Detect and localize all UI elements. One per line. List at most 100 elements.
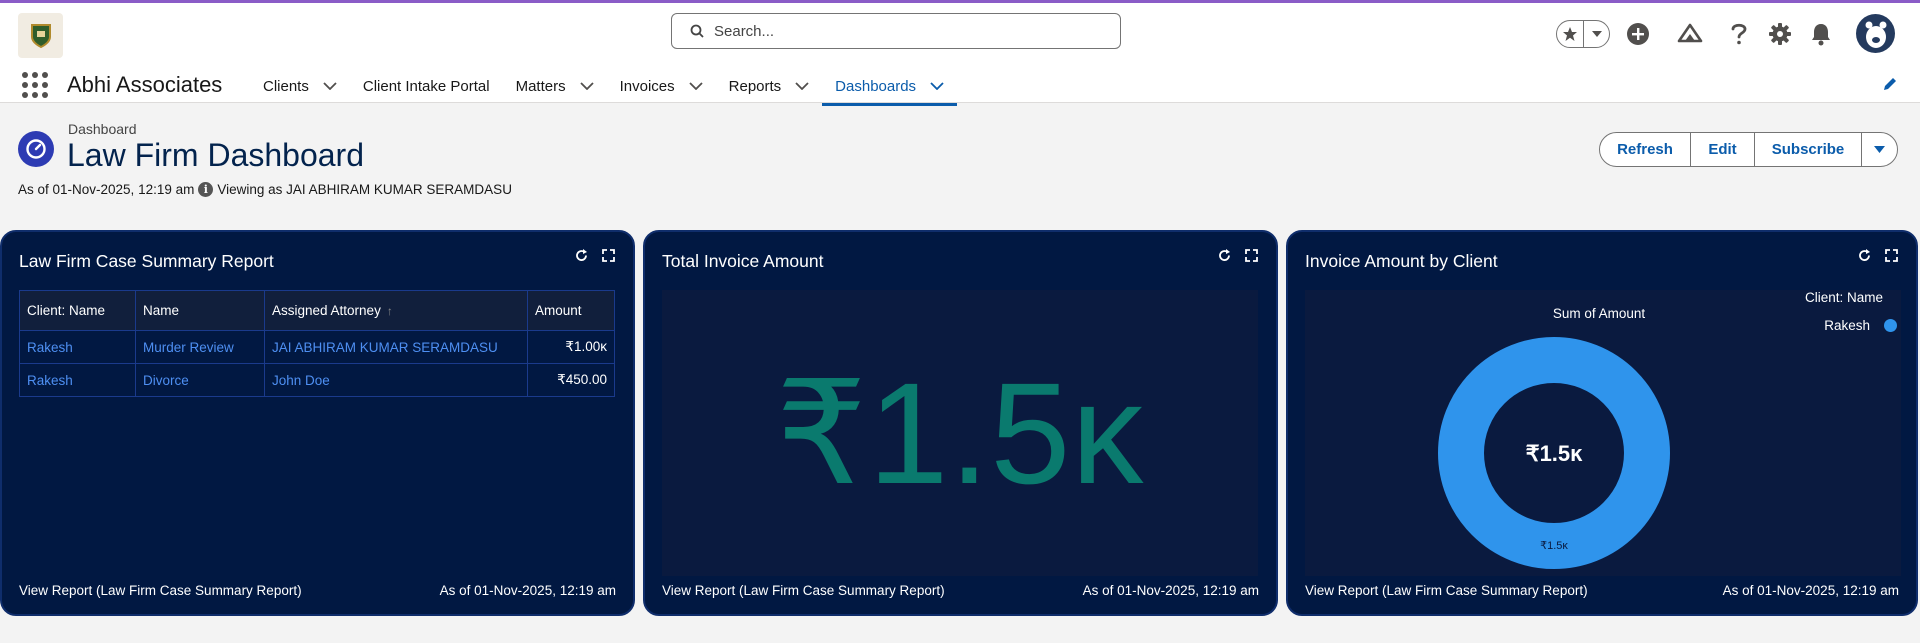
dashboard-as-of: As of 01-Nov-2025, 12:19 am i Viewing as… xyxy=(18,182,512,197)
column-header-assigned-attorney[interactable]: Assigned Attorney ↑ xyxy=(264,290,528,331)
refresh-icon[interactable] xyxy=(1858,249,1871,267)
view-report-link[interactable]: View Report (Law Firm Case Summary Repor… xyxy=(19,583,302,598)
metric-area[interactable]: ₹1.5ĸ xyxy=(662,290,1258,576)
client-link[interactable]: Rakesh xyxy=(27,373,73,388)
nav-item-label: Client Intake Portal xyxy=(362,77,490,95)
nav-item-dashboards[interactable]: Dashboards xyxy=(822,66,957,106)
amount-cell: ₹450.00 xyxy=(527,363,615,397)
more-actions-button[interactable] xyxy=(1861,133,1897,166)
global-search[interactable] xyxy=(671,13,1121,49)
add-icon xyxy=(1627,23,1649,45)
chevron-down-icon[interactable] xyxy=(930,82,944,90)
nav-item-label: Reports xyxy=(728,77,782,95)
table-cell[interactable]: Rakesh xyxy=(19,330,136,364)
invoice-by-client-card: Invoice Amount by Client Sum of Amount ₹… xyxy=(1286,230,1918,616)
chevron-down-icon[interactable] xyxy=(795,82,809,90)
donut-chart-area: Sum of Amount ₹1.5ĸ ₹1.5ĸ Client: Name Ra… xyxy=(1305,290,1901,576)
legend-item[interactable]: Rakesh xyxy=(1824,318,1897,333)
pencil-icon xyxy=(1884,78,1896,90)
matter-link[interactable]: Divorce xyxy=(143,373,189,388)
nav-item-matters[interactable]: Matters xyxy=(503,66,607,106)
table-row: Rakesh Divorce John Doe ₹450.00 xyxy=(19,363,615,397)
nav-item-reports[interactable]: Reports xyxy=(716,66,823,106)
favorites-control[interactable] xyxy=(1556,20,1610,48)
table-cell[interactable]: John Doe xyxy=(264,363,528,397)
view-report-link[interactable]: View Report (Law Firm Case Summary Repor… xyxy=(662,583,945,598)
chevron-down-icon[interactable] xyxy=(579,82,594,90)
legend-title: Client: Name xyxy=(1804,290,1883,305)
table-cell[interactable]: Rakesh xyxy=(19,363,136,397)
case-summary-card: Law Firm Case Summary Report Client: Nam… xyxy=(0,230,635,616)
nav-item-label: Invoices xyxy=(619,77,675,95)
waffle-dot xyxy=(22,82,28,88)
card-title: Total Invoice Amount xyxy=(662,251,824,271)
avatar-icon xyxy=(1865,21,1886,48)
user-avatar[interactable] xyxy=(1856,14,1895,53)
search-icon xyxy=(690,24,704,38)
waffle-dot xyxy=(32,82,38,88)
table-row: Rakesh Murder Review JAI ABHIRAM KUMAR S… xyxy=(19,330,615,364)
info-icon[interactable]: i xyxy=(198,182,214,197)
nav-item-invoices[interactable]: Invoices xyxy=(607,66,716,106)
total-invoice-card: Total Invoice Amount ₹1.5ĸ View Report (… xyxy=(643,230,1278,616)
edit-button[interactable]: Edit xyxy=(1690,133,1754,166)
card-tools xyxy=(1218,249,1258,267)
attorney-link[interactable]: John Doe xyxy=(272,373,330,388)
matter-link[interactable]: Murder Review xyxy=(143,340,234,355)
table-cell[interactable]: JAI ABHIRAM KUMAR SERAMDASU xyxy=(264,330,528,364)
chevron-down-icon[interactable] xyxy=(323,82,337,90)
view-report-link[interactable]: View Report (Law Firm Case Summary Repor… xyxy=(1305,583,1588,598)
table-header-row: Client: Name Name Assigned Attorney ↑ Amo… xyxy=(19,290,615,331)
org-logo[interactable] xyxy=(18,13,63,58)
card-footer: View Report (Law Firm Case Summary Repor… xyxy=(1305,583,1899,598)
card-as-of: As of 01-Nov-2025, 12:19 am xyxy=(1082,583,1259,598)
waffle-dot xyxy=(42,82,48,88)
client-link[interactable]: Rakesh xyxy=(27,340,73,355)
sort-ascending-icon: ↑ xyxy=(386,304,393,318)
as-of-text: As of 01-Nov-2025, 12:19 am xyxy=(18,182,195,197)
edit-nav-button[interactable] xyxy=(1882,76,1898,97)
setup-button[interactable] xyxy=(1766,20,1794,48)
global-actions-button[interactable] xyxy=(1624,20,1652,48)
help-button[interactable] xyxy=(1725,20,1753,48)
chevron-down-icon[interactable] xyxy=(689,82,703,90)
favorites-dropdown-button[interactable] xyxy=(1583,21,1609,47)
nav-item-label: Matters xyxy=(515,77,566,95)
donut-center-value: ₹1.5ĸ xyxy=(1526,441,1584,466)
waffle-dot xyxy=(42,72,48,78)
favorites-star-button[interactable] xyxy=(1557,21,1583,47)
card-as-of: As of 01-Nov-2025, 12:19 am xyxy=(439,583,616,598)
dashboard-actions: Refresh Edit Subscribe xyxy=(1599,132,1898,167)
trailhead-icon xyxy=(1677,23,1703,43)
refresh-button[interactable]: Refresh xyxy=(1600,133,1690,166)
trailhead-button[interactable] xyxy=(1676,20,1704,48)
notifications-button[interactable] xyxy=(1807,20,1835,48)
nav-item-clients[interactable]: Clients xyxy=(250,66,350,106)
column-header-label: Assigned Attorney xyxy=(272,303,381,318)
help-icon xyxy=(1731,23,1747,45)
attorney-link[interactable]: JAI ABHIRAM KUMAR SERAMDASU xyxy=(272,340,498,355)
refresh-icon[interactable] xyxy=(1218,249,1231,267)
app-launcher-button[interactable] xyxy=(22,72,48,98)
column-header-amount[interactable]: Amount xyxy=(527,290,615,331)
nav-item-client-intake-portal[interactable]: Client Intake Portal xyxy=(350,66,503,106)
caret-down-icon xyxy=(1874,146,1885,153)
expand-icon[interactable] xyxy=(602,249,615,267)
donut-chart: ₹1.5ĸ ₹1.5ĸ xyxy=(1438,337,1670,569)
column-header-client-name[interactable]: Client: Name xyxy=(19,290,136,331)
column-header-name[interactable]: Name xyxy=(135,290,265,331)
refresh-icon[interactable] xyxy=(575,249,588,267)
card-tools xyxy=(575,249,615,267)
dashboard-icon xyxy=(18,131,54,167)
caret-down-icon xyxy=(1591,31,1602,37)
search-input[interactable] xyxy=(714,22,1094,40)
table-cell[interactable]: Divorce xyxy=(135,363,265,397)
expand-icon[interactable] xyxy=(1245,249,1258,267)
subscribe-button[interactable]: Subscribe xyxy=(1754,133,1861,166)
table-cell[interactable]: Murder Review xyxy=(135,330,265,364)
nav-item-label: Clients xyxy=(263,77,309,95)
nav-bar: Clients Client Intake Portal Matters Inv… xyxy=(250,66,957,106)
waffle-dot xyxy=(42,92,48,98)
amount-cell: ₹1.00ĸ xyxy=(527,330,615,364)
expand-icon[interactable] xyxy=(1885,249,1898,267)
